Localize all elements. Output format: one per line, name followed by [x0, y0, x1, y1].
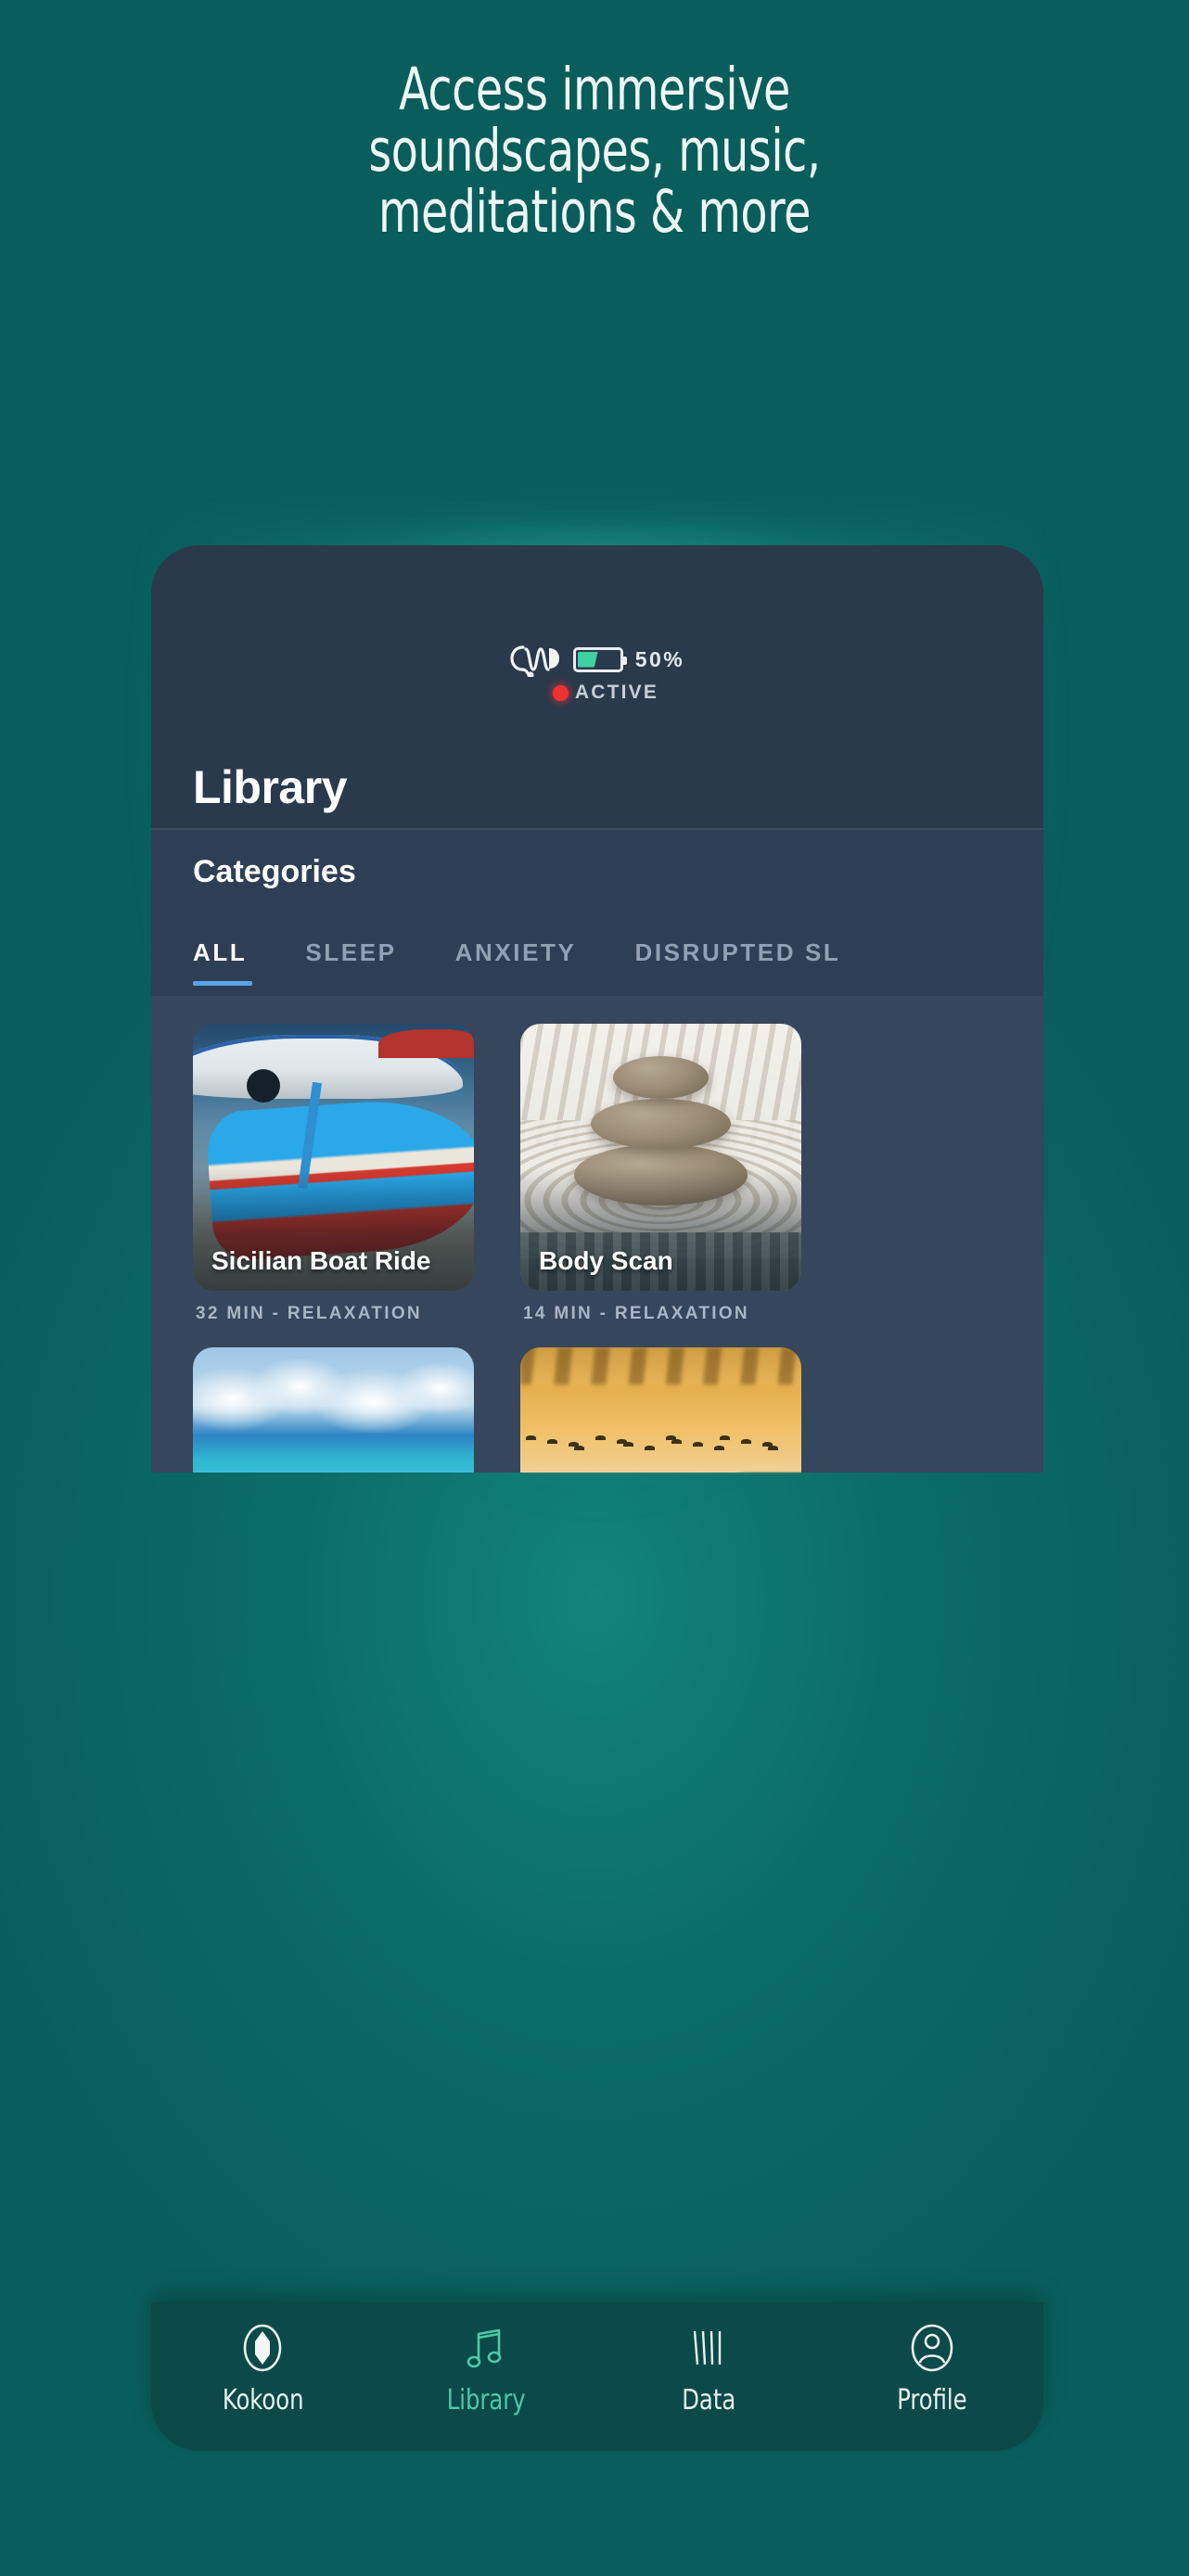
headset-icon	[510, 645, 559, 677]
user-circle-icon	[908, 2323, 956, 2373]
categories-band: Categories	[151, 830, 1043, 938]
tab-anxiety[interactable]: ANXIETY	[455, 938, 635, 967]
nav-item-kokoon[interactable]: Kokoon	[174, 2323, 351, 2417]
tab-disrupted-sleep[interactable]: DISRUPTED SL	[634, 938, 899, 967]
status-row: 50%	[151, 642, 1043, 677]
nav-item-data[interactable]: Data	[620, 2323, 797, 2417]
tab-all[interactable]: ALL	[193, 938, 305, 986]
categories-heading: Categories	[193, 854, 356, 889]
library-grid: Sicilian Boat Ride 32 MIN - RELAXATION B…	[193, 1024, 1009, 1473]
nav-label-data: Data	[682, 2384, 736, 2417]
library-content[interactable]: Sicilian Boat Ride 32 MIN - RELAXATION B…	[151, 996, 1043, 1473]
record-dot-icon	[552, 684, 569, 701]
card-thumbnail[interactable]: A Perfect Escape	[193, 1347, 474, 1473]
category-tabs: ALL SLEEP ANXIETY DISRUPTED SL	[151, 938, 1043, 996]
library-card[interactable]: A Perfect Escape 12 MIN - RELAXATION	[193, 1347, 474, 1473]
kokoon-logo-icon	[239, 2323, 286, 2373]
nav-item-library[interactable]: Library	[398, 2323, 574, 2417]
active-status-row: ACTIVE	[151, 682, 1043, 704]
nav-label-profile: Profile	[897, 2384, 967, 2417]
library-card[interactable]: Body Scan 14 MIN - RELAXATION	[520, 1024, 801, 1324]
battery-percent-label: 50%	[634, 646, 685, 671]
tab-sleep[interactable]: SLEEP	[305, 938, 454, 967]
library-card[interactable]: Murmur 23 MIN - MUSIC	[520, 1347, 801, 1473]
active-label: ACTIVE	[574, 682, 659, 703]
app-status-bar: 50% ACTIVE	[151, 545, 1043, 731]
bottom-navigation: Kokoon Library Data Profile	[151, 2302, 1043, 2451]
nav-label-library: Library	[446, 2384, 526, 2417]
promo-headline: Access immersive soundscapes, music, med…	[368, 56, 821, 247]
nav-item-profile[interactable]: Profile	[844, 2323, 1020, 2417]
card-title: Sicilian Boat Ride	[211, 1246, 431, 1275]
card-meta: 32 MIN - RELAXATION	[196, 1304, 422, 1323]
nav-label-kokoon: Kokoon	[222, 2384, 304, 2417]
battery-icon	[572, 646, 627, 672]
card-thumbnail[interactable]: Sicilian Boat Ride	[193, 1024, 474, 1291]
card-meta: 14 MIN - RELAXATION	[523, 1304, 749, 1323]
card-thumbnail[interactable]: Body Scan	[520, 1024, 801, 1291]
library-card[interactable]: Sicilian Boat Ride 32 MIN - RELAXATION	[193, 1024, 474, 1324]
tropical-island-artwork	[193, 1347, 474, 1473]
sunset-birds-artwork	[520, 1347, 801, 1473]
music-note-icon	[464, 2323, 508, 2373]
card-title: Body Scan	[539, 1246, 673, 1275]
page-title: Library	[193, 761, 348, 813]
battery-fill	[577, 651, 598, 668]
phone-mockup: 50% ACTIVE Library Categories ALL SLEEP …	[151, 545, 1043, 1473]
bar-chart-icon	[687, 2323, 730, 2373]
card-thumbnail[interactable]: Murmur	[520, 1347, 801, 1473]
